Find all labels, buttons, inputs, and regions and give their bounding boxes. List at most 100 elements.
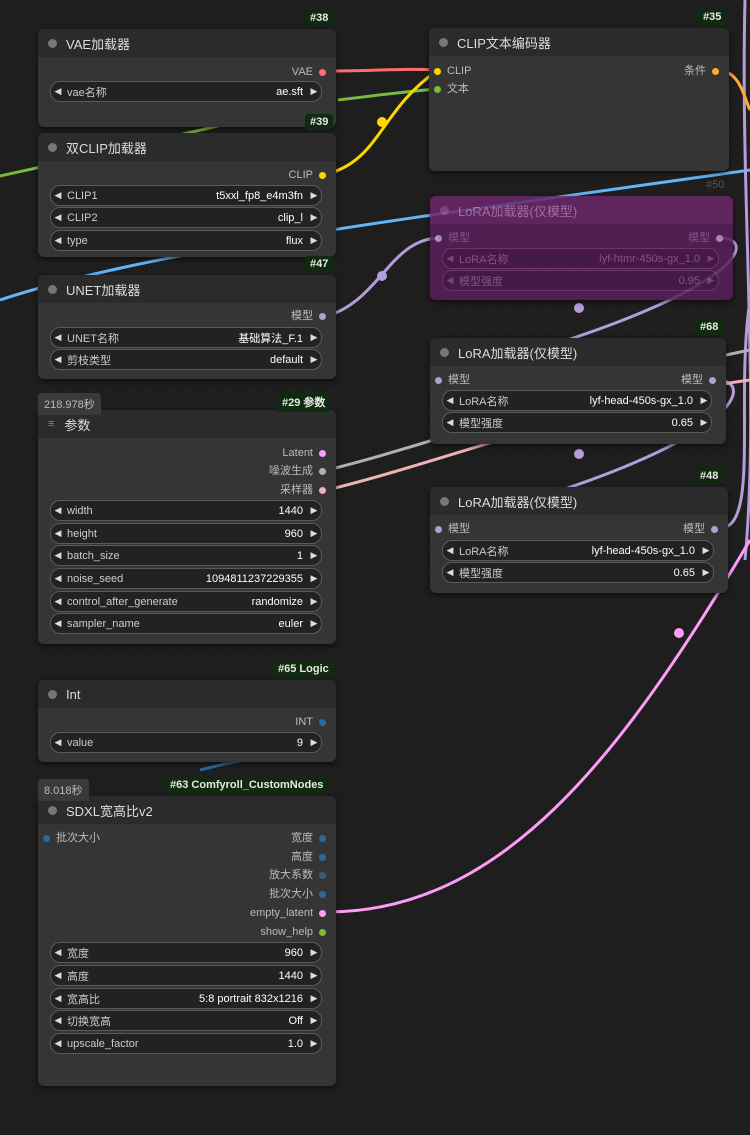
widget-clip2[interactable]: ◀ CLIP2 clip_l ▶: [50, 207, 322, 228]
widget-model-strength[interactable]: ◀ 模型强度 0.65 ▶: [442, 562, 714, 583]
widget-width[interactable]: ◀ 宽度 960 ▶: [50, 942, 322, 963]
node-title[interactable]: VAE加载器: [38, 29, 336, 57]
output-port-width[interactable]: 宽度: [291, 830, 326, 846]
node-title[interactable]: Int: [38, 680, 336, 708]
arrow-left-icon[interactable]: ◀: [443, 545, 457, 556]
widget-model-strength[interactable]: ◀ 模型强度 0.65 ▶: [442, 412, 712, 433]
input-port-clip[interactable]: CLIP: [434, 63, 471, 79]
collapse-dot-icon[interactable]: [439, 37, 448, 47]
arrow-left-icon[interactable]: ◀: [51, 212, 65, 223]
node-vae-loader[interactable]: VAE加载器 VAE ◀ vae名称 ae.sft ▶: [38, 29, 336, 127]
drag-handle-icon[interactable]: ≡: [48, 418, 54, 430]
widget-control-after-generate[interactable]: ◀ control_after_generate randomize ▶: [50, 591, 322, 612]
arrow-right-icon[interactable]: ▶: [697, 417, 711, 428]
arrow-right-icon[interactable]: ▶: [307, 190, 321, 201]
widget-lora-name[interactable]: ◀ LoRA名称 lyf-htmr-450s-gx_1.0 ▶: [442, 248, 719, 269]
node-int[interactable]: Int INT ◀ value 9 ▶: [38, 680, 336, 762]
arrow-right-icon[interactable]: ▶: [704, 275, 718, 286]
arrow-right-icon[interactable]: ▶: [704, 253, 718, 264]
input-port-model[interactable]: 模型: [435, 521, 470, 537]
arrow-left-icon[interactable]: ◀: [51, 947, 65, 958]
output-port-noise[interactable]: 噪波生成: [269, 463, 326, 479]
output-port-show-help[interactable]: show_help: [260, 924, 326, 940]
arrow-right-icon[interactable]: ▶: [307, 970, 321, 981]
arrow-left-icon[interactable]: ◀: [51, 970, 65, 981]
arrow-left-icon[interactable]: ◀: [51, 332, 65, 343]
output-port-empty-latent[interactable]: empty_latent: [250, 905, 326, 921]
output-port-int[interactable]: INT: [295, 714, 326, 730]
arrow-right-icon[interactable]: ▶: [307, 235, 321, 246]
arrow-right-icon[interactable]: ▶: [307, 212, 321, 223]
arrow-left-icon[interactable]: ◀: [51, 354, 65, 365]
arrow-right-icon[interactable]: ▶: [307, 618, 321, 629]
arrow-right-icon[interactable]: ▶: [699, 567, 713, 578]
arrow-left-icon[interactable]: ◀: [443, 275, 457, 286]
collapse-dot-icon[interactable]: [48, 284, 57, 294]
arrow-right-icon[interactable]: ▶: [307, 550, 321, 561]
input-port-batch-size[interactable]: 批次大小: [43, 830, 100, 846]
arrow-left-icon[interactable]: ◀: [51, 550, 65, 561]
arrow-right-icon[interactable]: ▶: [307, 332, 321, 343]
arrow-right-icon[interactable]: ▶: [307, 596, 321, 607]
widget-width[interactable]: ◀ width 1440 ▶: [50, 500, 322, 521]
node-title[interactable]: CLIP文本编码器: [429, 28, 729, 56]
output-port-sampler[interactable]: 采样器: [280, 482, 326, 498]
arrow-right-icon[interactable]: ▶: [307, 947, 321, 958]
output-port-vae[interactable]: VAE: [292, 64, 326, 80]
arrow-left-icon[interactable]: ◀: [51, 86, 65, 97]
widget-lora-name[interactable]: ◀ LoRA名称 lyf-head-450s-gx_1.0 ▶: [442, 390, 712, 411]
widget-aspect-ratio[interactable]: ◀ 宽高比 5:8 portrait 832x1216 ▶: [50, 988, 322, 1009]
collapse-dot-icon[interactable]: [48, 689, 57, 699]
node-params[interactable]: ≡ 参数 Latent 噪波生成 采样器 ◀ width 1440 ▶ ◀ height 9…: [38, 410, 336, 644]
collapse-dot-icon[interactable]: [48, 38, 57, 48]
node-title[interactable]: LoRA加载器(仅模型): [430, 338, 726, 366]
arrow-right-icon[interactable]: ▶: [307, 993, 321, 1004]
output-port-latent[interactable]: Latent: [282, 445, 326, 461]
widget-swap-dimensions[interactable]: ◀ 切换宽高 Off ▶: [50, 1010, 322, 1031]
arrow-left-icon[interactable]: ◀: [51, 505, 65, 516]
arrow-right-icon[interactable]: ▶: [307, 573, 321, 584]
arrow-right-icon[interactable]: ▶: [307, 86, 321, 97]
widget-clip1[interactable]: ◀ CLIP1 t5xxl_fp8_e4m3fn ▶: [50, 185, 322, 206]
output-port-height[interactable]: 高度: [291, 849, 326, 865]
node-title[interactable]: LoRA加载器(仅模型): [430, 487, 728, 515]
arrow-right-icon[interactable]: ▶: [307, 737, 321, 748]
collapse-dot-icon[interactable]: [48, 805, 57, 815]
output-port-model[interactable]: 模型: [683, 521, 718, 537]
widget-sampler-name[interactable]: ◀ sampler_name euler ▶: [50, 613, 322, 634]
node-title[interactable]: LoRA加载器(仅模型): [430, 196, 733, 224]
output-port-clip[interactable]: CLIP: [289, 167, 326, 183]
output-port-upscale-factor[interactable]: 放大系数: [269, 867, 326, 883]
arrow-left-icon[interactable]: ◀: [443, 395, 457, 406]
arrow-left-icon[interactable]: ◀: [51, 573, 65, 584]
node-title[interactable]: 双CLIP加载器: [38, 133, 336, 161]
output-port-batch-size[interactable]: 批次大小: [269, 886, 326, 902]
widget-vae-name[interactable]: ◀ vae名称 ae.sft ▶: [50, 81, 322, 102]
arrow-right-icon[interactable]: ▶: [307, 528, 321, 539]
output-port-conditioning[interactable]: 条件: [684, 63, 719, 79]
arrow-right-icon[interactable]: ▶: [307, 1038, 321, 1049]
node-sdxl-aspect-ratio[interactable]: SDXL宽高比v2 批次大小 宽度 高度 放大系数 批次大小 empty_lat…: [38, 796, 336, 1086]
arrow-left-icon[interactable]: ◀: [51, 618, 65, 629]
arrow-right-icon[interactable]: ▶: [699, 545, 713, 556]
collapse-dot-icon[interactable]: [440, 205, 449, 215]
node-dual-clip-loader[interactable]: 双CLIP加载器 CLIP ◀ CLIP1 t5xxl_fp8_e4m3fn ▶ ◀ C…: [38, 133, 336, 257]
output-port-model[interactable]: 模型: [681, 372, 716, 388]
widget-value[interactable]: ◀ value 9 ▶: [50, 732, 322, 753]
widget-unet-name[interactable]: ◀ UNET名称 基础算法_F.1 ▶: [50, 327, 322, 348]
input-port-model[interactable]: 模型: [435, 230, 470, 246]
arrow-right-icon[interactable]: ▶: [307, 1015, 321, 1026]
arrow-left-icon[interactable]: ◀: [51, 528, 65, 539]
widget-height[interactable]: ◀ 高度 1440 ▶: [50, 965, 322, 986]
arrow-left-icon[interactable]: ◀: [51, 737, 65, 748]
output-port-model[interactable]: 模型: [291, 308, 326, 324]
input-port-model[interactable]: 模型: [435, 372, 470, 388]
widget-model-strength[interactable]: ◀ 模型强度 0.95 ▶: [442, 270, 719, 291]
arrow-right-icon[interactable]: ▶: [307, 354, 321, 365]
arrow-left-icon[interactable]: ◀: [51, 993, 65, 1004]
node-title[interactable]: UNET加载器: [38, 275, 336, 303]
arrow-right-icon[interactable]: ▶: [697, 395, 711, 406]
collapse-dot-icon[interactable]: [48, 142, 57, 152]
widget-weight-dtype[interactable]: ◀ 剪枝类型 default ▶: [50, 349, 322, 370]
widget-type[interactable]: ◀ type flux ▶: [50, 230, 322, 251]
